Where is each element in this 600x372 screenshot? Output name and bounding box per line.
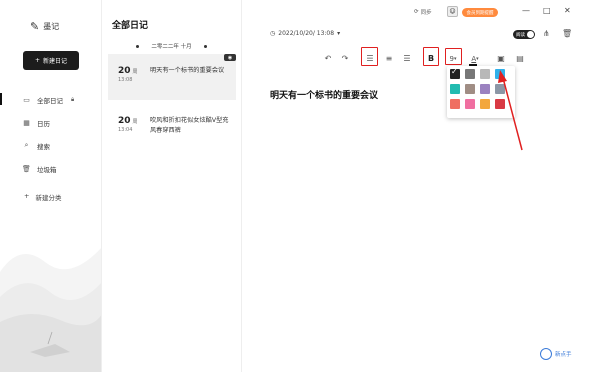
watermark: 新点手 xyxy=(540,348,572,360)
color-swatch[interactable] xyxy=(465,69,475,79)
entry-date: 20 周 13:08 xyxy=(118,66,142,100)
color-swatch[interactable] xyxy=(495,69,505,79)
close-icon[interactable]: ✕ xyxy=(564,6,571,15)
entry-day: 20 xyxy=(118,66,131,76)
color-swatch[interactable] xyxy=(480,99,490,109)
new-diary-button[interactable]: + 新建日记 xyxy=(23,51,79,70)
entry-text: 明天有一个标书的重要会议 xyxy=(150,67,225,74)
color-swatch[interactable] xyxy=(465,99,475,109)
entry-date: 20 周 13:04 xyxy=(118,116,142,150)
search-icon: ⌕ xyxy=(24,141,29,149)
mountain-illustration xyxy=(0,248,101,372)
globe-icon xyxy=(540,348,552,360)
app-name: 墨记 xyxy=(43,22,60,31)
align-right-icon[interactable]: ☰ xyxy=(401,51,413,66)
chevron-down-icon: ▾ xyxy=(337,30,341,37)
minimize-icon[interactable]: — xyxy=(522,6,530,15)
align-center-icon[interactable]: ≡ xyxy=(383,51,395,66)
entry-datetime[interactable]: ◷ 2022/10/20/ 13:08 ▾ xyxy=(270,30,340,37)
watermark-text: 新点手 xyxy=(555,352,572,358)
sidebar-nav: ▭ 全部日记 🔒︎ ▦ 日历 ⌕ 搜索 🗑︎ 垃圾箱 xyxy=(0,88,101,180)
entry-time: 13:08 xyxy=(118,77,133,83)
note-icon[interactable]: ▤ xyxy=(514,51,526,66)
delete-icon[interactable]: 🗑︎ xyxy=(562,29,572,38)
sidebar-item-label: 日历 xyxy=(37,119,50,128)
sync-button[interactable]: ⟳ 同步 xyxy=(414,8,432,16)
highlight-frame xyxy=(361,47,378,66)
sidebar-item-calendar[interactable]: ▦ 日历 xyxy=(0,111,101,134)
dot-icon xyxy=(203,44,207,48)
dot-icon xyxy=(136,44,140,48)
pen-icon: ✎ xyxy=(30,20,40,33)
trash-icon: 🗑︎ xyxy=(22,164,31,173)
plus-icon: + xyxy=(24,192,30,200)
month-divider: 二零二二年 十月 xyxy=(102,42,241,50)
list-item[interactable]: 20 周 13:08 明天有一个标书的重要会议 ◉ xyxy=(108,54,236,100)
app-logo: ✎ 墨记 xyxy=(30,20,59,33)
entry-weekday: 周 xyxy=(132,69,138,75)
clock-icon: ◷ xyxy=(270,30,276,37)
entry-day: 20 xyxy=(118,116,131,126)
sidebar-item-search[interactable]: ⌕ 搜索 xyxy=(0,134,101,157)
color-palette: ✓ xyxy=(447,66,515,118)
new-category-label: 新建分类 xyxy=(35,194,62,202)
color-swatch[interactable] xyxy=(450,99,460,109)
entry-time: 13:04 xyxy=(118,127,133,133)
share-icon[interactable]: ⋔ xyxy=(543,29,550,38)
month-label: 二零二二年 十月 xyxy=(151,44,192,50)
color-swatch[interactable]: ✓ xyxy=(450,67,460,79)
color-swatch[interactable] xyxy=(495,84,505,94)
entry-text: 吹风和折扣花似女炫酷V型充风春穿西裤 xyxy=(150,117,229,134)
chevron-down-icon: ▾ xyxy=(476,55,479,62)
lock-icon: 🔒︎ xyxy=(71,95,75,103)
color-swatch[interactable] xyxy=(495,99,505,109)
color-swatch[interactable] xyxy=(465,84,475,94)
image-icon[interactable]: ▣ xyxy=(495,51,507,66)
plus-icon: + xyxy=(34,57,40,64)
highlight-frame xyxy=(423,47,439,66)
book-icon: ▭ xyxy=(23,95,30,104)
entry-datetime-text: 2022/10/20/ 13:08 xyxy=(278,30,335,37)
eye-icon: ◉ xyxy=(224,54,236,61)
color-swatch[interactable] xyxy=(480,69,490,79)
calendar-icon: ▦ xyxy=(23,118,30,127)
vip-badge[interactable]: 会员到期提醒 xyxy=(462,8,498,17)
sync-label: 同步 xyxy=(420,10,432,16)
read-mode-label: 阅读 xyxy=(516,32,525,38)
entry-weekday: 周 xyxy=(132,119,138,125)
check-icon: ✓ xyxy=(451,67,458,76)
sidebar: ✎ 墨记 + 新建日记 ▭ 全部日记 🔒︎ ▦ 日历 ⌕ 搜索 🗑︎ 垃圾箱 +… xyxy=(0,0,102,372)
sidebar-item-label: 搜索 xyxy=(37,142,50,151)
sidebar-item-trash[interactable]: 🗑︎ 垃圾箱 xyxy=(0,157,101,180)
new-diary-label: 新建日记 xyxy=(43,58,68,65)
new-category-button[interactable]: + 新建分类 xyxy=(24,192,61,202)
sidebar-item-all-diaries[interactable]: ▭ 全部日记 🔒︎ xyxy=(0,88,101,111)
sidebar-item-label: 垃圾箱 xyxy=(37,165,57,174)
document-title[interactable]: 明天有一个标书的重要会议 xyxy=(270,88,378,101)
avatar[interactable]: ☺ xyxy=(447,6,458,17)
undo-icon[interactable]: ↶ xyxy=(322,51,334,66)
maximize-icon[interactable]: □ xyxy=(543,6,551,15)
redo-icon[interactable]: ↷ xyxy=(339,51,351,66)
list-item[interactable]: 20 周 13:04 吹风和折扣花似女炫酷V型充风春穿西裤 xyxy=(108,104,236,150)
color-swatch[interactable] xyxy=(480,84,490,94)
list-title: 全部日记 xyxy=(112,21,149,31)
sidebar-item-label: 全部日记 xyxy=(37,96,63,105)
read-mode-toggle[interactable]: 阅读 xyxy=(513,30,535,39)
highlight-frame xyxy=(445,48,462,65)
title-bar: ⟳ 同步 ☺ 会员到期提醒 — □ ✕ xyxy=(242,0,600,24)
toggle-knob xyxy=(527,31,534,38)
color-swatch[interactable] xyxy=(450,84,460,94)
diary-list-panel: 全部日记 二零二二年 十月 20 周 13:08 明天有一个标书的重要会议 ◉ … xyxy=(102,0,242,372)
sync-icon: ⟳ xyxy=(414,9,419,15)
